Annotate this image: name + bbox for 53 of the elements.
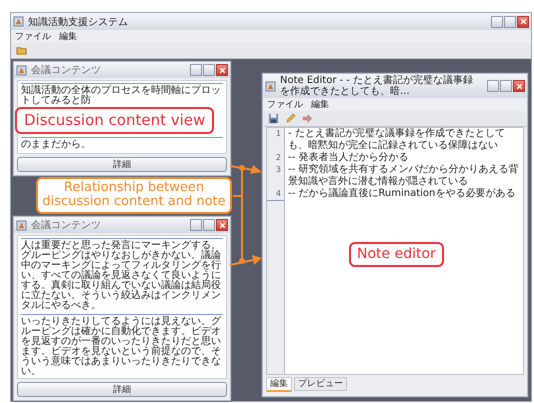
text-paragraph: のままだから。 (21, 137, 223, 150)
close-button[interactable] (216, 219, 228, 231)
callout-tooltip: Discussion content view (15, 107, 214, 134)
detail-button[interactable]: 詳細 (17, 382, 227, 397)
app-icon (16, 220, 27, 230)
menu-item[interactable]: 編集 (59, 30, 77, 43)
app-icon (13, 16, 24, 27)
maximize-button[interactable] (203, 64, 215, 76)
menu-item[interactable]: ファイル (267, 98, 303, 111)
editor-line: -- 発表者当人だから分かる (287, 152, 410, 164)
menu-item[interactable]: ファイル (15, 30, 51, 43)
line-number: 2 (267, 152, 285, 164)
tab[interactable]: プレビュー (294, 377, 347, 391)
line-number: 1 (267, 128, 285, 152)
maximize-button[interactable] (504, 16, 516, 28)
save-button[interactable] (267, 112, 280, 125)
callout-tooltip: Note editor (349, 242, 444, 268)
arrow-icon (302, 113, 313, 124)
menu-item[interactable]: 編集 (311, 98, 329, 111)
close-icon (218, 66, 226, 74)
minimize-button[interactable] (491, 16, 503, 28)
callout-tooltip: Relationship between discussion content and note (36, 177, 232, 214)
forward-button[interactable] (301, 112, 314, 125)
detail-button[interactable]: 詳細 (17, 157, 227, 172)
connector-arrow (230, 165, 262, 174)
window-title: Note Editor - - たとえ書記が完璧な議事録を作成できたとしても、暗... (280, 75, 474, 97)
text-paragraph: 知識活動の全体のプロセスを時間軸にプロットしてみると防 (21, 83, 223, 106)
close-icon (218, 220, 226, 230)
app-icon (265, 80, 276, 92)
text-paragraph: 人は重要だと思った発言にマーキングする。グルーピングはやりなおしがきかない。議論中のマーキングによってフィルタリングを行い、すべての議論を見返さなくて良いようにする。真剣に取り組んでいない議論は結局役に立たない。そういう絞込みはインクリメンタルにやるべき。 (21, 238, 223, 311)
close-icon (514, 82, 524, 90)
window-title: 会議コンテンツ (31, 64, 102, 77)
minimize-button[interactable] (190, 64, 202, 76)
window-title: 知識活動支援システム (28, 16, 129, 28)
minimize-button[interactable] (190, 219, 202, 231)
tab[interactable]: 編集 (266, 377, 292, 392)
line-number: 3 (267, 164, 285, 188)
editor-line: -- 研究領域を共有するメンバだから分かりあえる背景知識や言外に潜む情報が隠されている (287, 164, 520, 188)
minimize-button[interactable] (487, 80, 499, 92)
app-icon (16, 64, 27, 76)
close-button[interactable] (216, 64, 228, 76)
text-paragraph: いったりきたりしてるようには見えない。グルーピングは確かに自動化できます。ビデオを見返すのが一番のいったりきたりだと思います。ビデオを見ないという前提なので、そういう意味ではあまりいったりきたりできない。 (21, 314, 223, 377)
close-button[interactable] (517, 16, 529, 28)
window-title: 会議コンテンツ (31, 218, 102, 232)
connector-arrow (230, 255, 262, 266)
maximize-button[interactable] (203, 219, 215, 231)
editor-line: -- だから議論直後にRuminationをやる必要がある (287, 188, 516, 200)
line-number: 4 (267, 188, 285, 200)
folder-icon (16, 45, 27, 56)
pencil-icon (285, 113, 296, 124)
close-icon (518, 17, 528, 26)
close-button[interactable] (513, 80, 525, 92)
maximize-button[interactable] (500, 80, 512, 92)
